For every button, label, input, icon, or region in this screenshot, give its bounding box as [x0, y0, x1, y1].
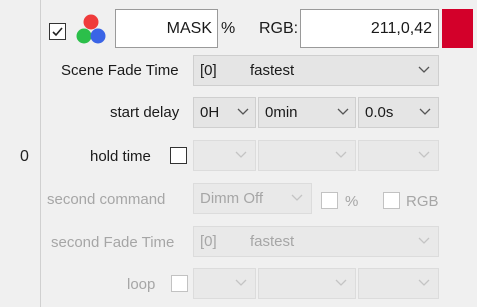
color-swatch[interactable] [442, 9, 473, 48]
second-command-percent-label: % [345, 193, 359, 210]
chevron-down-icon [335, 150, 347, 160]
start-delay-seconds-value: 0.0s [365, 104, 394, 121]
rgb-field[interactable]: 211,0,42 [300, 9, 439, 48]
percent-label: % [221, 20, 236, 37]
checkmark-icon [52, 27, 63, 37]
scene-fade-time-dropdown[interactable]: [0] fastest [193, 55, 439, 86]
second-fade-time-dropdown[interactable]: [0] fastest [193, 226, 439, 257]
second-command-dropdown[interactable]: Dimm Off [193, 183, 312, 214]
second-command-label: second command [47, 191, 166, 208]
loop-checkbox[interactable] [171, 275, 188, 292]
start-delay-hours-dropdown[interactable]: 0H [193, 97, 256, 128]
hold-time-hours-dropdown[interactable] [193, 140, 256, 171]
mask-checkbox[interactable] [49, 23, 66, 40]
chevron-down-icon [237, 107, 249, 117]
mask-value: MASK [166, 20, 212, 37]
chevron-down-icon [335, 278, 347, 288]
scene-fade-index: [0] [200, 62, 217, 79]
chevron-down-icon [291, 193, 303, 203]
loop-hours-dropdown[interactable] [193, 268, 256, 299]
hold-time-seconds-dropdown[interactable] [358, 140, 439, 171]
loop-label: loop [127, 276, 156, 293]
chevron-down-icon [235, 150, 247, 160]
chevron-down-icon [418, 65, 430, 75]
second-fade-time-label: second Fade Time [51, 234, 175, 251]
start-delay-hours-value: 0H [200, 104, 220, 121]
mask-field[interactable]: MASK [115, 9, 218, 48]
second-fade-index: [0] [200, 233, 217, 250]
scene-fade-time-label: Scene Fade Time [61, 62, 179, 79]
chevron-down-icon [337, 107, 349, 117]
start-delay-seconds-dropdown[interactable]: 0.0s [358, 97, 439, 128]
chevron-down-icon [418, 236, 430, 246]
second-fade-value: fastest [250, 233, 295, 250]
start-delay-minutes-dropdown[interactable]: 0min [258, 97, 356, 128]
rgb-label: RGB: [259, 20, 299, 37]
start-delay-label: start delay [110, 104, 180, 121]
chevron-down-icon [235, 278, 247, 288]
chevron-down-icon [418, 278, 430, 288]
row-index: 0 [20, 148, 29, 165]
rgb-circles-icon [76, 14, 106, 44]
loop-minutes-dropdown[interactable] [258, 268, 356, 299]
rgb-value: 211,0,42 [370, 20, 432, 37]
row-index-column: 0 [0, 0, 41, 307]
chevron-down-icon [418, 150, 430, 160]
start-delay-minutes-value: 0min [265, 104, 298, 121]
hold-time-label: hold time [90, 148, 151, 165]
second-command-rgb-label: RGB [406, 193, 439, 210]
hold-time-minutes-dropdown[interactable] [258, 140, 356, 171]
loop-seconds-dropdown[interactable] [358, 268, 439, 299]
second-command-value: Dimm Off [200, 190, 264, 207]
chevron-down-icon [419, 107, 431, 117]
second-command-rgb-checkbox[interactable] [383, 192, 400, 209]
hold-time-checkbox[interactable] [170, 147, 187, 164]
scene-step-panel: 0 MASK % RGB: 211,0,42 Scene Fade Time [… [0, 0, 481, 307]
scene-fade-value: fastest [250, 62, 295, 79]
second-command-percent-checkbox[interactable] [321, 192, 338, 209]
